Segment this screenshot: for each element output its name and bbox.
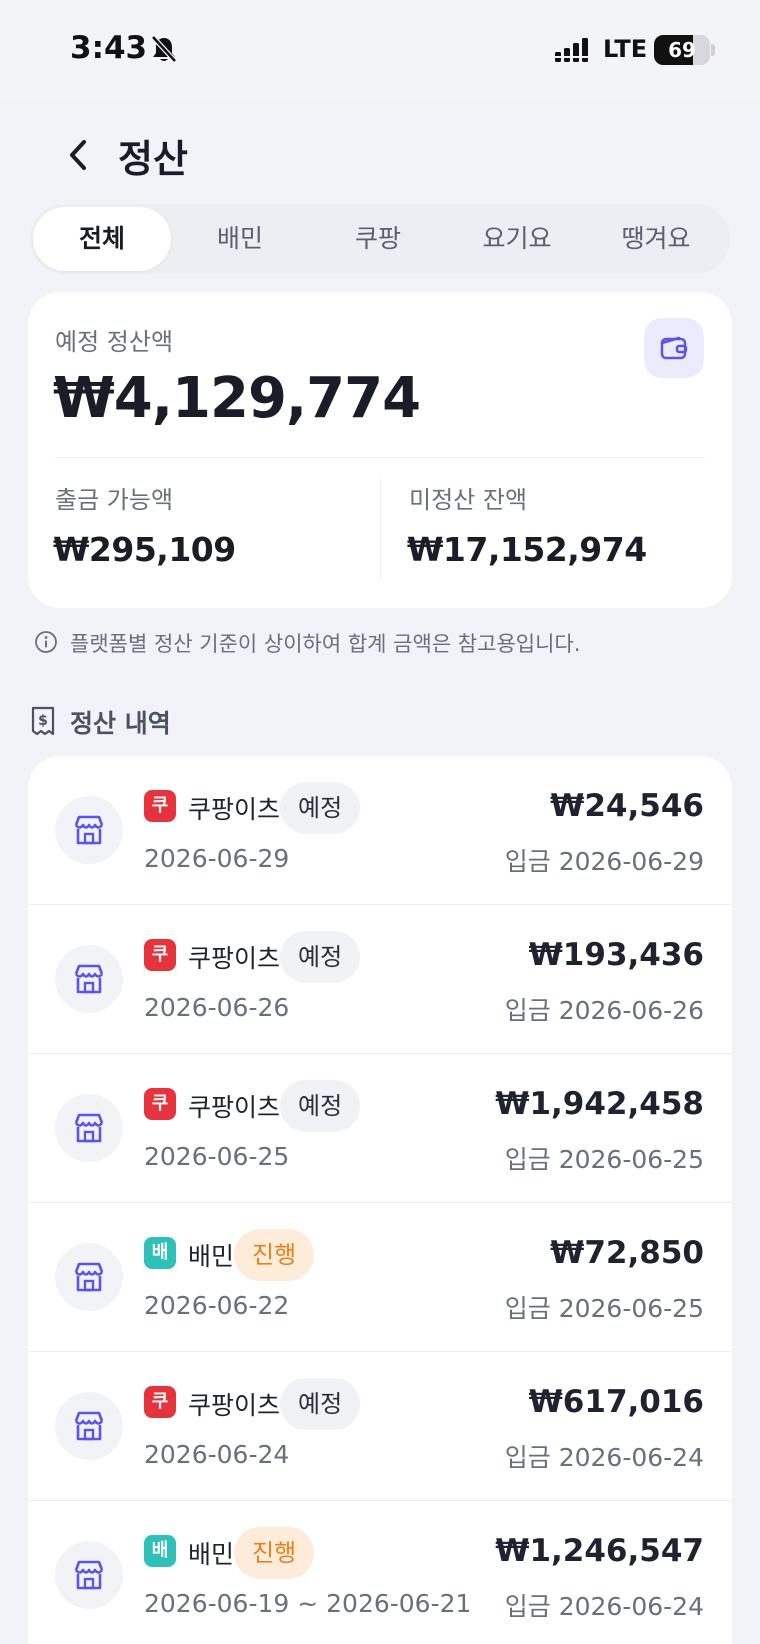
store-icon [74, 1560, 104, 1590]
status-pill: 진행 [234, 1527, 315, 1579]
deposit-date: 입금 2026-06-29 [504, 847, 704, 876]
settlement-row[interactable]: 쿠 쿠팡이츠 예정 2026-06-29 ₩24,546 입금 2026-06-… [28, 756, 732, 905]
platform-badge: 배 [144, 1237, 176, 1269]
status-pill: 예정 [280, 1080, 361, 1132]
summary-vertical-divider [380, 479, 381, 579]
battery-icon: 69 [654, 35, 710, 65]
settlement-period: 2026-06-25 [144, 1142, 290, 1171]
signal-icon [555, 38, 588, 62]
summary-divider [55, 457, 705, 458]
settlement-period: 2026-06-22 [144, 1291, 290, 1320]
platform-name: 배민 [188, 1242, 235, 1271]
store-avatar [55, 1094, 123, 1162]
svg-text:$: $ [38, 713, 48, 729]
unsettled-label: 미정산 잔액 [409, 486, 528, 514]
store-avatar [55, 796, 123, 864]
platform-name: 쿠팡이츠 [188, 795, 281, 824]
settlement-row[interactable]: 배 배민 진행 2026-06-19 ~ 2026-06-21 ₩1,246,5… [28, 1501, 732, 1644]
battery-percent: 69 [668, 38, 696, 62]
info-text: 플랫폼별 정산 기준이 상이하여 합계 금액은 참고용입니다. [70, 632, 581, 656]
receipt-icon: $ [31, 706, 55, 736]
platform-badge: 쿠 [144, 790, 176, 822]
platform-badge: 배 [144, 1535, 176, 1567]
store-icon [74, 815, 104, 845]
chevron-left-icon [70, 140, 86, 170]
platform-name: 쿠팡이츠 [188, 1391, 281, 1420]
store-avatar [55, 1392, 123, 1460]
deposit-date: 입금 2026-06-24 [504, 1443, 704, 1472]
tab-ddangyo[interactable]: 땡겨요 [587, 207, 725, 271]
settlement-list: 쿠 쿠팡이츠 예정 2026-06-29 ₩24,546 입금 2026-06-… [28, 756, 732, 1644]
store-icon [74, 1411, 104, 1441]
tab-yogiyo[interactable]: 요기요 [448, 207, 586, 271]
store-icon [74, 1113, 104, 1143]
expected-amount: ₩4,129,774 [53, 366, 421, 431]
platform-badge: 쿠 [144, 1088, 176, 1120]
settlement-row[interactable]: 쿠 쿠팡이츠 예정 2026-06-25 ₩1,942,458 입금 2026-… [28, 1054, 732, 1203]
store-avatar [55, 1243, 123, 1311]
wallet-icon [660, 336, 688, 360]
status-pill: 예정 [280, 931, 361, 983]
status-bar: 3:43 LTE 69 [0, 0, 760, 100]
network-label: LTE [603, 35, 648, 63]
settlement-amount: ₩1,942,458 [495, 1086, 704, 1122]
settlement-amount: ₩617,016 [528, 1384, 704, 1420]
page-title: 정산 [118, 137, 188, 181]
tab-baemin[interactable]: 배민 [171, 207, 309, 271]
bell-off-icon [151, 35, 177, 63]
settlement-amount: ₩24,546 [550, 788, 704, 824]
status-pill: 진행 [234, 1229, 315, 1281]
withdrawable-label: 출금 가능액 [55, 486, 174, 514]
store-icon [74, 1262, 104, 1292]
summary-card: 예정 정산액 ₩4,129,774 출금 가능액 ₩295,109 미정산 잔액… [28, 292, 732, 608]
status-time: 3:43 [70, 30, 148, 66]
platform-name: 쿠팡이츠 [188, 944, 281, 973]
settlement-row[interactable]: 쿠 쿠팡이츠 예정 2026-06-24 ₩617,016 입금 2026-06… [28, 1352, 732, 1501]
deposit-date: 입금 2026-06-24 [504, 1592, 704, 1621]
store-avatar [55, 945, 123, 1013]
status-pill: 예정 [280, 1378, 361, 1430]
battery-nub [711, 44, 715, 56]
platform-badge: 쿠 [144, 939, 176, 971]
status-pill: 예정 [280, 782, 361, 834]
settlement-amount: ₩1,246,547 [495, 1533, 704, 1569]
withdrawable-amount: ₩295,109 [53, 530, 236, 569]
back-button[interactable] [60, 130, 100, 180]
tab-coupang[interactable]: 쿠팡 [309, 207, 447, 271]
settlement-period: 2026-06-26 [144, 993, 290, 1022]
section-title: 정산 내역 [70, 709, 171, 738]
wallet-button[interactable] [644, 318, 704, 378]
settlement-amount: ₩72,850 [550, 1235, 704, 1271]
platform-name: 배민 [188, 1540, 235, 1569]
tab-all[interactable]: 전체 [33, 207, 171, 271]
platform-tabs: 전체 배민 쿠팡 요기요 땡겨요 [30, 204, 730, 274]
settlement-period: 2026-06-29 [144, 844, 290, 873]
deposit-date: 입금 2026-06-25 [504, 1145, 704, 1174]
settlement-period: 2026-06-19 ~ 2026-06-21 [144, 1589, 472, 1618]
platform-name: 쿠팡이츠 [188, 1093, 281, 1122]
settlement-period: 2026-06-24 [144, 1440, 290, 1469]
settlement-row[interactable]: 배 배민 진행 2026-06-22 ₩72,850 입금 2026-06-25 [28, 1203, 732, 1352]
info-icon [35, 631, 57, 653]
expected-label: 예정 정산액 [55, 328, 174, 356]
settlement-amount: ₩193,436 [528, 937, 704, 973]
settlement-row[interactable]: 쿠 쿠팡이츠 예정 2026-06-26 ₩193,436 입금 2026-06… [28, 905, 732, 1054]
header: 정산 [0, 100, 760, 200]
deposit-date: 입금 2026-06-25 [504, 1294, 704, 1323]
deposit-date: 입금 2026-06-26 [504, 996, 704, 1025]
store-avatar [55, 1541, 123, 1609]
store-icon [74, 964, 104, 994]
platform-badge: 쿠 [144, 1386, 176, 1418]
unsettled-amount: ₩17,152,974 [407, 530, 647, 569]
